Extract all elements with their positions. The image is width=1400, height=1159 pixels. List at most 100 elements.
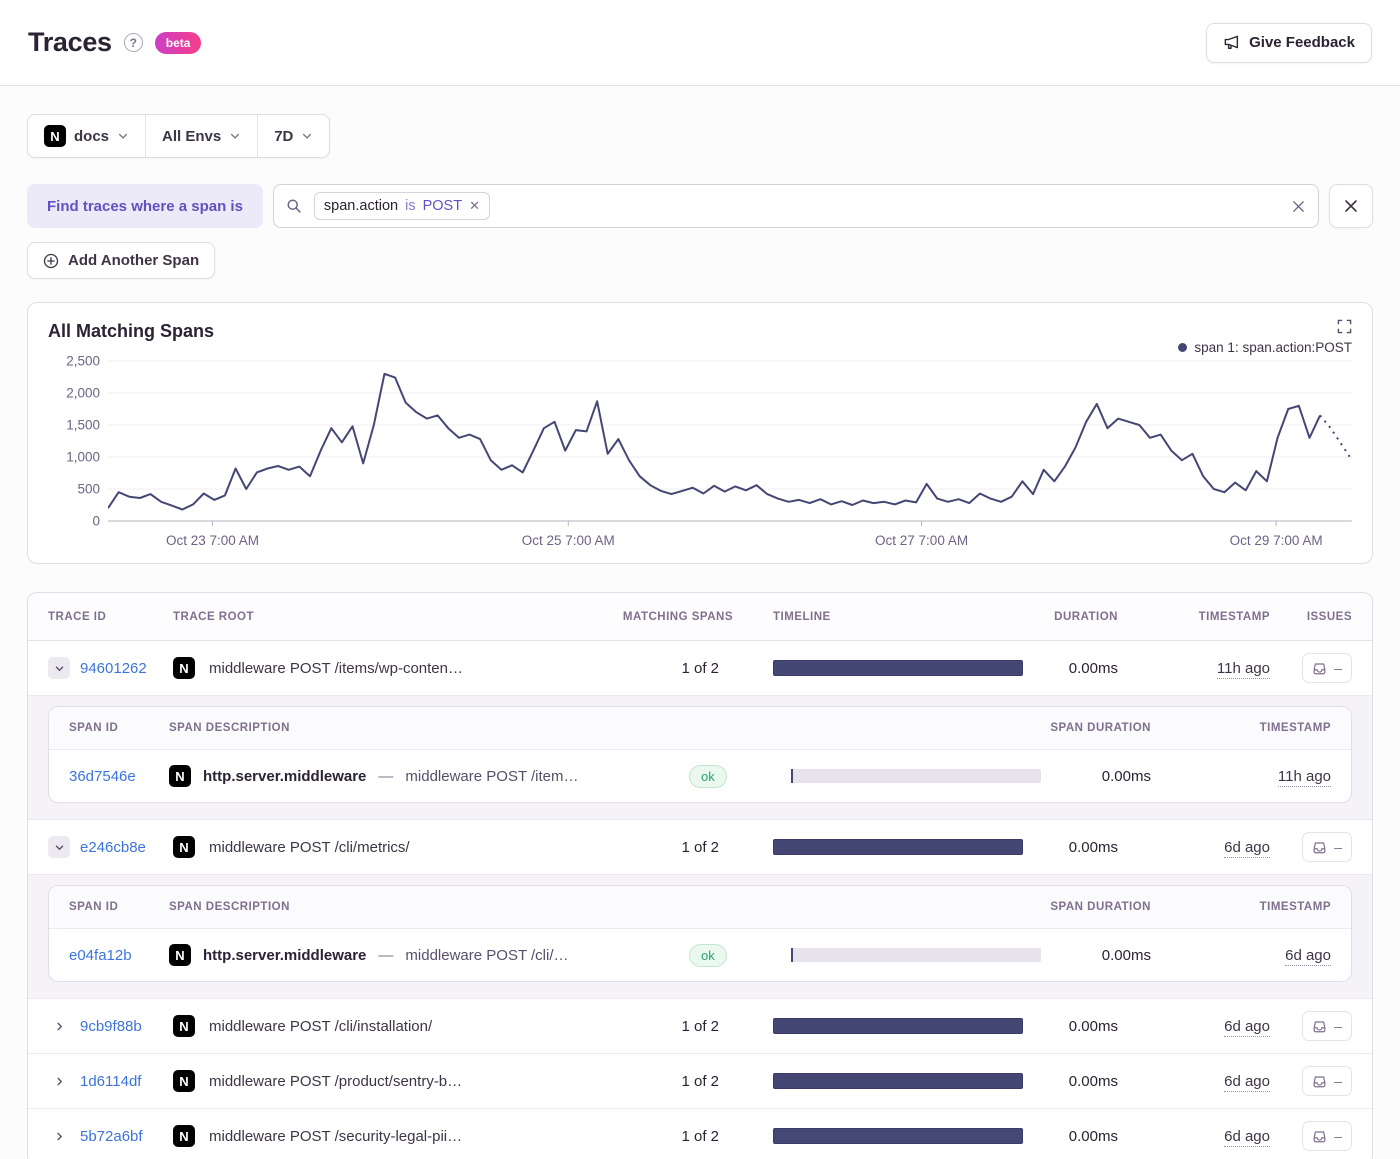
duration-value: 0.00ms — [1023, 1128, 1118, 1145]
y-axis-tick-label: 2,500 — [66, 354, 100, 369]
matching-spans-count: 1 of 2 — [593, 1128, 733, 1145]
expand-row-icon[interactable] — [48, 1125, 70, 1147]
trace-id-link[interactable]: 9cb9f88b — [80, 1018, 142, 1035]
y-axis-tick-label: 0 — [92, 514, 100, 529]
chart-legend[interactable]: span 1: span.action:POST — [1178, 340, 1352, 355]
table-row[interactable]: 9cb9f88b N middleware POST /cli/installa… — [28, 999, 1372, 1054]
duration-value: 0.00ms — [1023, 660, 1118, 677]
environment-filter[interactable]: All Envs — [145, 115, 257, 157]
y-axis-tick-label: 1,500 — [66, 418, 100, 433]
timestamp-value[interactable]: 6d ago — [1224, 1128, 1270, 1147]
col-timeline: TIMELINE — [733, 611, 1023, 623]
expanded-spans-section: SPAN ID SPAN DESCRIPTION SPAN DURATION T… — [28, 696, 1372, 820]
span-row[interactable]: e04fa12b N http.server.middleware — midd… — [49, 929, 1351, 981]
timeline-bar[interactable] — [773, 660, 1023, 676]
date-range-filter[interactable]: 7D — [257, 115, 329, 157]
span-timestamp-value[interactable]: 11h ago — [1278, 768, 1331, 787]
duration-value: 0.00ms — [1023, 839, 1118, 856]
issues-count: – — [1334, 1128, 1342, 1144]
timestamp-value[interactable]: 6d ago — [1224, 1073, 1270, 1092]
timestamp-value[interactable]: 6d ago — [1224, 1018, 1270, 1037]
y-axis-tick-label: 2,000 — [66, 386, 100, 401]
chart-plot-area[interactable] — [108, 357, 1352, 527]
span-id-link[interactable]: 36d7546e — [69, 768, 136, 785]
token-value[interactable]: POST — [423, 198, 462, 214]
table-row[interactable]: 5b72a6bf N middleware POST /security-leg… — [28, 1109, 1372, 1159]
col-trace-root: TRACE ROOT — [173, 611, 593, 623]
span-query-row: Find traces where a span is span.action … — [27, 184, 1373, 228]
issues-inbox-icon — [1312, 661, 1327, 676]
collapse-row-icon[interactable] — [48, 836, 70, 858]
traces-table: TRACE ID TRACE ROOT MATCHING SPANS TIMEL… — [27, 592, 1373, 1159]
trace-id-link[interactable]: 94601262 — [80, 660, 147, 677]
span-timeline-bar[interactable] — [791, 769, 1041, 783]
issues-button[interactable]: – — [1302, 1066, 1352, 1096]
issues-count: – — [1334, 839, 1342, 855]
issues-button[interactable]: – — [1302, 653, 1352, 683]
col-issues: ISSUES — [1270, 611, 1352, 623]
timeline-bar[interactable] — [773, 1073, 1023, 1089]
legend-label: span 1: span.action:POST — [1194, 340, 1352, 355]
span-query-label: Find traces where a span is — [27, 184, 263, 228]
nextjs-project-icon: N — [169, 944, 191, 966]
issues-count: – — [1334, 660, 1342, 676]
spans-table-header: SPAN ID SPAN DESCRIPTION SPAN DURATION T… — [49, 886, 1351, 929]
span-timeline-bar[interactable] — [791, 948, 1041, 962]
environment-filter-label: All Envs — [162, 128, 221, 145]
matching-spans-count: 1 of 2 — [593, 1073, 733, 1090]
issues-button[interactable]: – — [1302, 1121, 1352, 1151]
trace-id-link[interactable]: 1d6114df — [80, 1073, 141, 1090]
col-trace-id: TRACE ID — [48, 611, 173, 623]
project-filter[interactable]: N docs — [28, 115, 145, 157]
table-row[interactable]: 94601262 N middleware POST /items/wp-con… — [28, 641, 1372, 696]
token-key: span.action — [324, 198, 398, 214]
table-row[interactable]: 1d6114df N middleware POST /product/sent… — [28, 1054, 1372, 1109]
span-timestamp-value[interactable]: 6d ago — [1285, 947, 1331, 966]
span-search-input[interactable]: span.action is POST ✕ — [273, 184, 1319, 228]
query-token-chip[interactable]: span.action is POST ✕ — [314, 192, 490, 220]
timestamp-value[interactable]: 11h ago — [1217, 660, 1270, 679]
nextjs-project-icon: N — [173, 836, 195, 858]
expand-chart-icon[interactable] — [1337, 319, 1352, 334]
matching-spans-count: 1 of 2 — [593, 1018, 733, 1035]
trace-root-label: middleware POST /security-legal-pii… — [209, 1128, 462, 1145]
timeline-bar[interactable] — [773, 1018, 1023, 1034]
matching-spans-count: 1 of 2 — [593, 839, 733, 856]
issues-inbox-icon — [1312, 1129, 1327, 1144]
delete-span-query-button[interactable] — [1329, 184, 1373, 228]
timeline-bar[interactable] — [773, 839, 1023, 855]
remove-token-icon[interactable]: ✕ — [469, 198, 480, 214]
span-operation: http.server.middleware — [203, 768, 366, 785]
beta-badge: beta — [155, 32, 202, 54]
nextjs-project-icon: N — [173, 1070, 195, 1092]
add-another-span-button[interactable]: Add Another Span — [27, 242, 215, 279]
project-filter-label: docs — [74, 128, 109, 145]
chevron-down-icon — [229, 130, 241, 142]
expand-row-icon[interactable] — [48, 1015, 70, 1037]
span-description: middleware POST /item… — [405, 768, 578, 785]
span-status-badge: ok — [689, 765, 727, 788]
col-span-id: SPAN ID — [69, 901, 169, 913]
chart-y-axis: 2,5002,0001,5001,0005000 — [48, 357, 108, 521]
trace-id-link[interactable]: e246cb8e — [80, 839, 146, 856]
span-id-link[interactable]: e04fa12b — [69, 947, 132, 964]
trace-id-link[interactable]: 5b72a6bf — [80, 1128, 143, 1145]
give-feedback-button[interactable]: Give Feedback — [1206, 23, 1372, 63]
collapse-row-icon[interactable] — [48, 657, 70, 679]
issues-button[interactable]: – — [1302, 1011, 1352, 1041]
timestamp-value[interactable]: 6d ago — [1224, 839, 1270, 858]
trace-root-label: middleware POST /product/sentry-b… — [209, 1073, 462, 1090]
y-axis-tick-label: 500 — [77, 482, 100, 497]
expand-row-icon[interactable] — [48, 1070, 70, 1092]
clear-search-icon[interactable] — [1291, 199, 1306, 214]
span-row[interactable]: 36d7546e N http.server.middleware — midd… — [49, 750, 1351, 802]
issues-button[interactable]: – — [1302, 832, 1352, 862]
token-operator[interactable]: is — [405, 198, 415, 214]
issues-inbox-icon — [1312, 1019, 1327, 1034]
table-row[interactable]: e246cb8e N middleware POST /cli/metrics/… — [28, 820, 1372, 875]
page-header: Traces ? beta Give Feedback — [0, 0, 1400, 86]
nextjs-project-icon: N — [173, 657, 195, 679]
duration-value: 0.00ms — [1023, 1073, 1118, 1090]
help-icon[interactable]: ? — [124, 33, 143, 52]
timeline-bar[interactable] — [773, 1128, 1023, 1144]
